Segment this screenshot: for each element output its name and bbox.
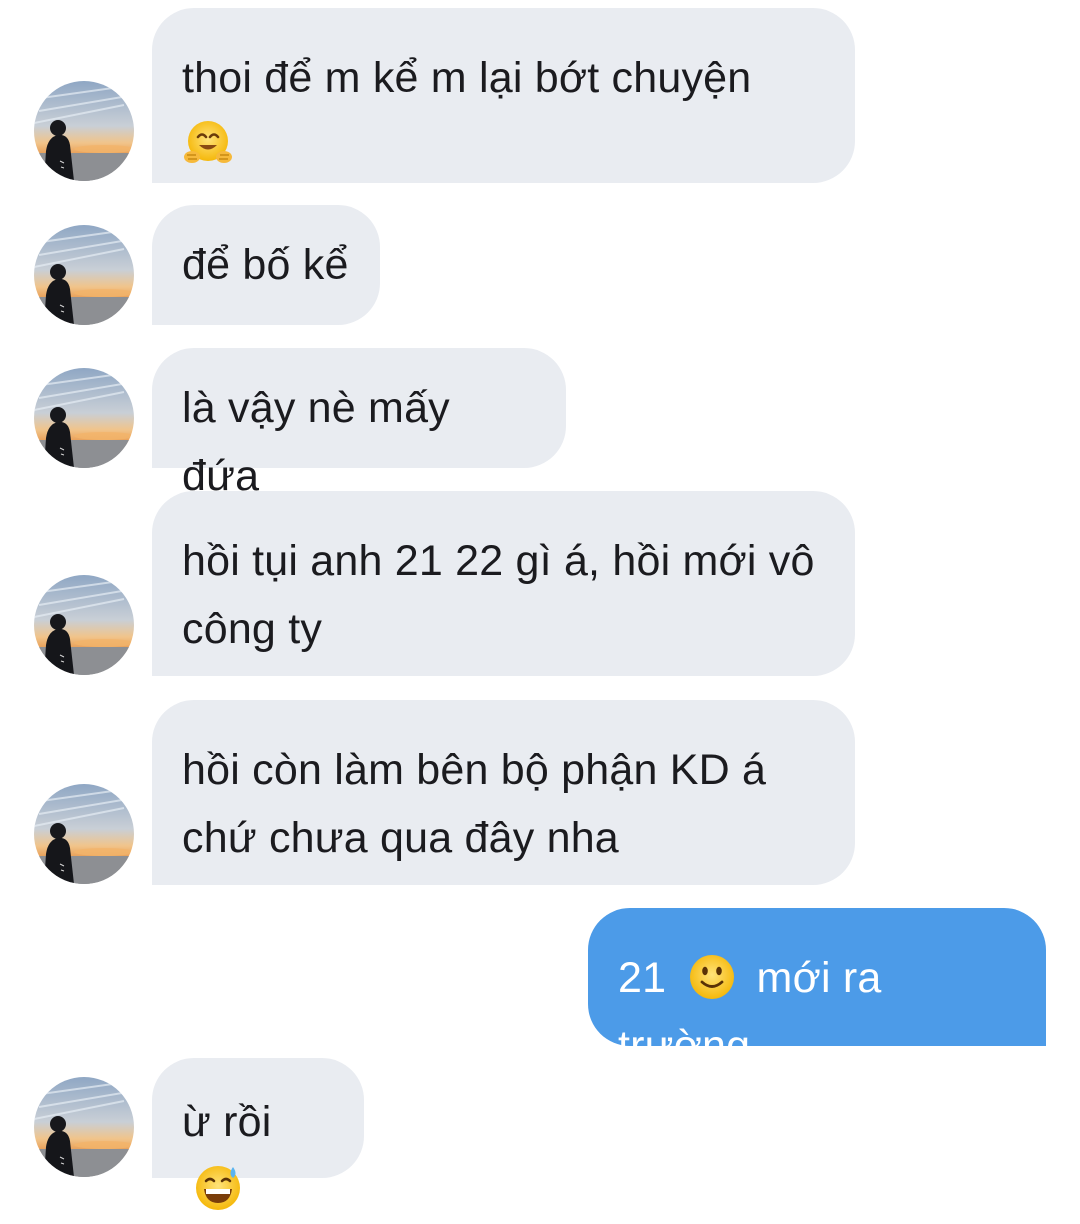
incoming-message-bubble[interactable]: ừ rồi xyxy=(152,1058,364,1210)
incoming-message-bubble[interactable]: để bố kể xyxy=(152,205,380,325)
avatar-sunset-photo-icon xyxy=(34,368,134,468)
avatar-sunset-photo-icon xyxy=(34,81,134,181)
message-text: thoi để m kể m lại bớt chuyện xyxy=(182,54,752,102)
avatar[interactable] xyxy=(34,1077,134,1177)
avatar-sunset-photo-icon xyxy=(34,1077,134,1177)
slightly-smiling-face-icon xyxy=(686,951,738,1003)
message-text-line: hồi còn làm bên bộ phận KD á xyxy=(182,746,767,794)
incoming-message-bubble[interactable]: là vậy nè mấy đứa xyxy=(152,348,566,500)
incoming-message-bubble[interactable]: hồi tụi anh 21 22 gì á, hồi mới vô công … xyxy=(152,491,855,676)
message-text-line: chứ chưa qua đây nha xyxy=(182,814,619,862)
message-text-line: công ty xyxy=(182,605,323,653)
avatar[interactable] xyxy=(34,368,134,468)
message-text: 21 xyxy=(618,954,667,1002)
avatar[interactable] xyxy=(34,784,134,884)
message-text: là vậy nè mấy đứa xyxy=(182,384,450,500)
grinning-sweat-face-icon xyxy=(192,1161,244,1213)
hugging-face-icon xyxy=(182,117,234,169)
avatar[interactable] xyxy=(34,81,134,181)
avatar-sunset-photo-icon xyxy=(34,784,134,884)
outgoing-message-bubble[interactable]: 21 mới ra trường xyxy=(588,908,1046,1070)
avatar-sunset-photo-icon xyxy=(34,225,134,325)
message-text-line: hồi tụi anh 21 22 gì á, hồi mới vô xyxy=(182,537,815,585)
incoming-message-bubble[interactable]: hồi còn làm bên bộ phận KD á chứ chưa qu… xyxy=(152,700,855,885)
message-text: để bố kể xyxy=(182,241,349,289)
avatar-sunset-photo-icon xyxy=(34,575,134,675)
avatar[interactable] xyxy=(34,225,134,325)
message-text: ừ rồi xyxy=(182,1098,272,1146)
incoming-message-bubble[interactable]: thoi để m kể m lại bớt chuyện xyxy=(152,8,855,183)
avatar[interactable] xyxy=(34,575,134,675)
